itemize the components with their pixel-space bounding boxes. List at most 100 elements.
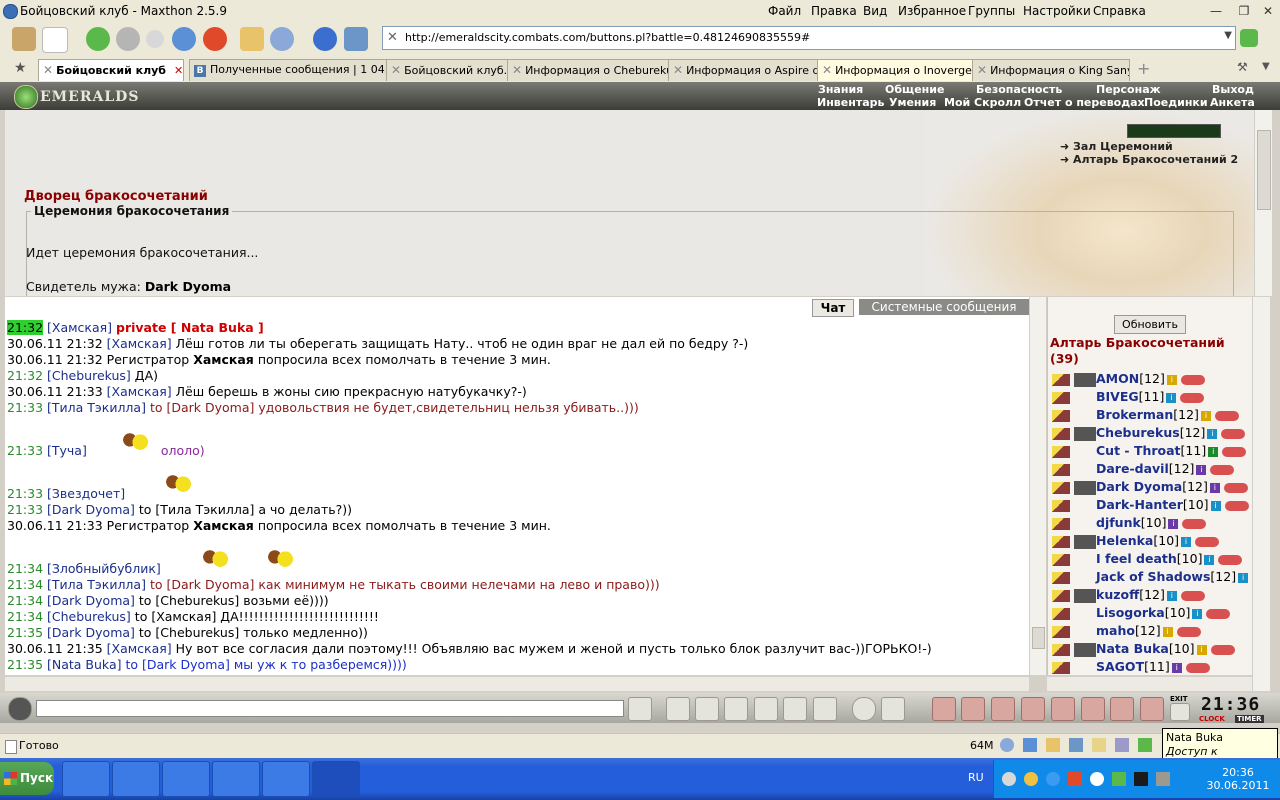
- menu-inventory[interactable]: Инвентарь: [817, 97, 884, 109]
- clock-icon[interactable]: [313, 27, 337, 51]
- private-message-icon[interactable]: [1052, 661, 1070, 674]
- clear-icon[interactable]: [666, 697, 690, 721]
- info-icon[interactable]: i: [1200, 410, 1211, 421]
- chat-author[interactable]: [Хамская]: [47, 320, 112, 335]
- chat-author[interactable]: [Хамская]: [107, 384, 172, 399]
- menu-favorites[interactable]: Избранное: [898, 4, 966, 18]
- volume-icon[interactable]: [1000, 738, 1014, 752]
- user-name[interactable]: Brokerman: [1096, 407, 1173, 422]
- room-scrollbar[interactable]: [1252, 297, 1270, 691]
- chat-input[interactable]: [36, 700, 624, 717]
- taskbar-clock[interactable]: 20:36 30.06.2011: [1198, 766, 1278, 792]
- user-name[interactable]: SAGOT: [1096, 659, 1144, 674]
- close-tab-icon[interactable]: ✕: [174, 64, 183, 77]
- info-icon[interactable]: i: [1238, 572, 1249, 583]
- system-author[interactable]: Хамская: [193, 352, 254, 367]
- chevron-down-icon[interactable]: ▼: [1262, 61, 1270, 72]
- filter-icon[interactable]: [695, 697, 719, 721]
- menu-transfer-report[interactable]: Отчет о переводах: [1024, 97, 1145, 109]
- sound-icon[interactable]: [813, 697, 837, 721]
- tray-icon-3[interactable]: [1046, 772, 1060, 786]
- chat-scrollbar[interactable]: [1029, 297, 1046, 675]
- chat-author[interactable]: [Cheburekus]: [47, 368, 131, 383]
- menu-battles[interactable]: Поединки: [1144, 97, 1208, 109]
- action-6-icon[interactable]: [1081, 697, 1105, 721]
- private-message-icon[interactable]: [1052, 391, 1070, 404]
- menu-view[interactable]: Вид: [863, 4, 887, 18]
- save-icon[interactable]: [724, 697, 748, 721]
- user-name[interactable]: Dare-davil: [1096, 461, 1169, 476]
- info-icon[interactable]: i: [1192, 608, 1203, 619]
- hide-chat-icon[interactable]: [881, 697, 905, 721]
- menu-my-scroll[interactable]: Мой Скролл: [944, 97, 1021, 109]
- user-name[interactable]: Cheburekus: [1096, 425, 1180, 440]
- skype-icon[interactable]: [212, 761, 260, 797]
- user-name[interactable]: I feel death: [1096, 551, 1177, 566]
- chat-author[interactable]: [Nata Buka]: [47, 657, 121, 672]
- stop-icon[interactable]: [203, 27, 227, 51]
- tab-vk-messages[interactable]: B Полученные сообщения | 1 04...: [189, 59, 387, 81]
- private-message-icon[interactable]: [1052, 463, 1070, 476]
- menu-knowledge[interactable]: Знания: [818, 84, 863, 96]
- address-bar[interactable]: ✕ http://emeraldscity.combats.com/button…: [382, 26, 1236, 50]
- network-icon[interactable]: [1138, 738, 1152, 752]
- info-icon[interactable]: i: [1204, 554, 1215, 565]
- private-message-icon[interactable]: [1052, 643, 1070, 656]
- tray-icon-2[interactable]: [1024, 772, 1038, 786]
- info-icon[interactable]: i: [1210, 500, 1221, 511]
- private-message-icon[interactable]: [1052, 571, 1070, 584]
- app-icon[interactable]: [262, 761, 310, 797]
- tab-combats-2[interactable]: ✕ Бойцовский клуб.: [386, 59, 508, 81]
- user-name[interactable]: Lisogorka: [1096, 605, 1165, 620]
- private-message-icon[interactable]: [1052, 481, 1070, 494]
- user-name[interactable]: kuzoff: [1096, 587, 1139, 602]
- start-button[interactable]: Пуск: [0, 762, 54, 795]
- tray-icon-8[interactable]: [1156, 772, 1170, 786]
- witness-name[interactable]: Dark Dyoma: [145, 279, 231, 294]
- info-icon[interactable]: i: [1166, 590, 1177, 601]
- menu-settings[interactable]: Настройки: [1023, 4, 1091, 18]
- folder-icon[interactable]: [1092, 738, 1106, 752]
- menu-profile[interactable]: Анкета: [1210, 97, 1255, 109]
- room-hscrollbar[interactable]: [1047, 677, 1252, 691]
- translit-icon[interactable]: [783, 697, 807, 721]
- tab-system-messages[interactable]: Системные сообщения: [859, 299, 1029, 315]
- forward-icon[interactable]: [116, 27, 140, 51]
- chat-mode-icon[interactable]: [8, 697, 32, 721]
- media-player-icon[interactable]: [162, 761, 210, 797]
- menu-character[interactable]: Персонаж: [1096, 84, 1161, 96]
- menu-file[interactable]: Файл: [768, 4, 801, 18]
- tab-info-cheburekus[interactable]: ✕ Информация о Cheburekus: [507, 59, 669, 81]
- action-1-icon[interactable]: [932, 697, 956, 721]
- private-message-icon[interactable]: [1052, 535, 1070, 548]
- user-name[interactable]: maho: [1096, 623, 1135, 638]
- info-icon[interactable]: i: [1171, 662, 1182, 673]
- info-icon[interactable]: i: [1208, 446, 1219, 457]
- chat-author[interactable]: [Dark Dyoma]: [47, 625, 135, 640]
- ie-icon[interactable]: [62, 761, 110, 797]
- chat-author[interactable]: [Звездочет]: [47, 486, 125, 501]
- location-link-hall[interactable]: ➜ Зал Церемоний: [1060, 140, 1173, 153]
- main-scrollbar[interactable]: [1254, 110, 1272, 296]
- private-message-icon[interactable]: [1052, 445, 1070, 458]
- tray-icon-1[interactable]: [1002, 772, 1016, 786]
- action-2-icon[interactable]: [961, 697, 985, 721]
- tab-info-aspire[interactable]: ✕ Информация о Aspire dk: [668, 59, 818, 81]
- smiley-icon[interactable]: [852, 697, 876, 721]
- private-message-icon[interactable]: [1052, 553, 1070, 566]
- wrench-icon[interactable]: ⚒: [1237, 60, 1248, 74]
- private-message-icon[interactable]: [1052, 625, 1070, 638]
- new-tab-icon[interactable]: +: [1137, 59, 1150, 78]
- new-page-icon[interactable]: [42, 27, 68, 53]
- maximize-icon[interactable]: ❐: [1236, 3, 1252, 19]
- tray-icon-5[interactable]: [1090, 772, 1104, 786]
- menu-help[interactable]: Справка: [1093, 4, 1146, 18]
- back-icon[interactable]: [86, 27, 110, 51]
- home-icon[interactable]: [240, 27, 264, 51]
- tab-combats[interactable]: ✕ Бойцовский клуб ✕: [38, 59, 184, 81]
- tray-icon-4[interactable]: [1068, 772, 1082, 786]
- private-message-icon[interactable]: [1052, 517, 1070, 530]
- menu-exit[interactable]: Выход: [1212, 84, 1254, 96]
- maxthon-task-icon[interactable]: [312, 761, 360, 797]
- refresh-button[interactable]: Обновить: [1114, 315, 1186, 334]
